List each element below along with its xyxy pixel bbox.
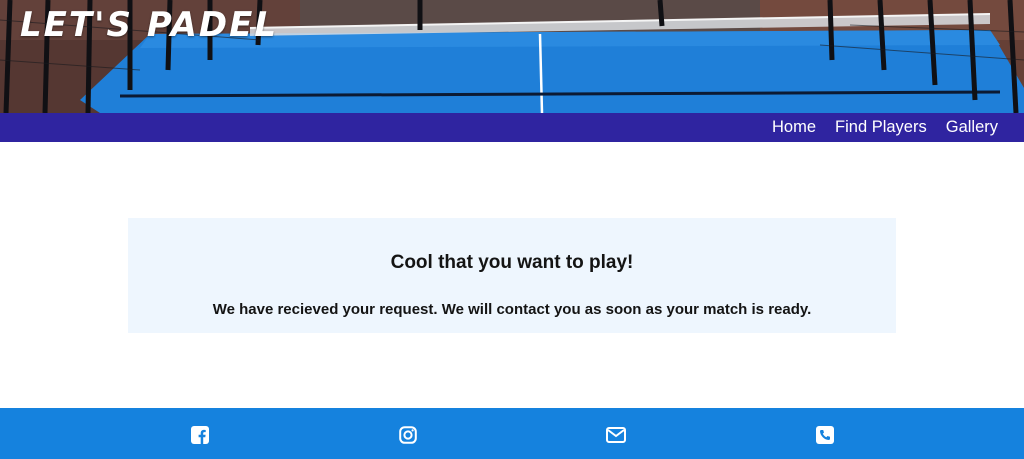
- confirmation-message: We have recieved your request. We will c…: [212, 301, 812, 318]
- nav-item-home[interactable]: Home: [772, 113, 816, 142]
- instagram-icon[interactable]: [398, 425, 418, 445]
- phone-icon[interactable]: [815, 425, 835, 445]
- confirmation-card: Cool that you want to play! We have reci…: [128, 218, 896, 333]
- confirmation-title: Cool that you want to play!: [390, 252, 634, 273]
- facebook-icon[interactable]: [190, 425, 210, 445]
- nav-item-gallery[interactable]: Gallery: [946, 113, 998, 142]
- brand-logo[interactable]: LET'S PADEL: [20, 4, 278, 46]
- main-content: Cool that you want to play! We have reci…: [0, 142, 1024, 408]
- envelope-icon[interactable]: [606, 425, 626, 445]
- hero-banner: LET'S PADEL: [0, 0, 1024, 113]
- main-nav: Home Find Players Gallery: [0, 113, 1024, 142]
- footer: [0, 408, 1024, 459]
- nav-item-find-players[interactable]: Find Players: [835, 113, 927, 142]
